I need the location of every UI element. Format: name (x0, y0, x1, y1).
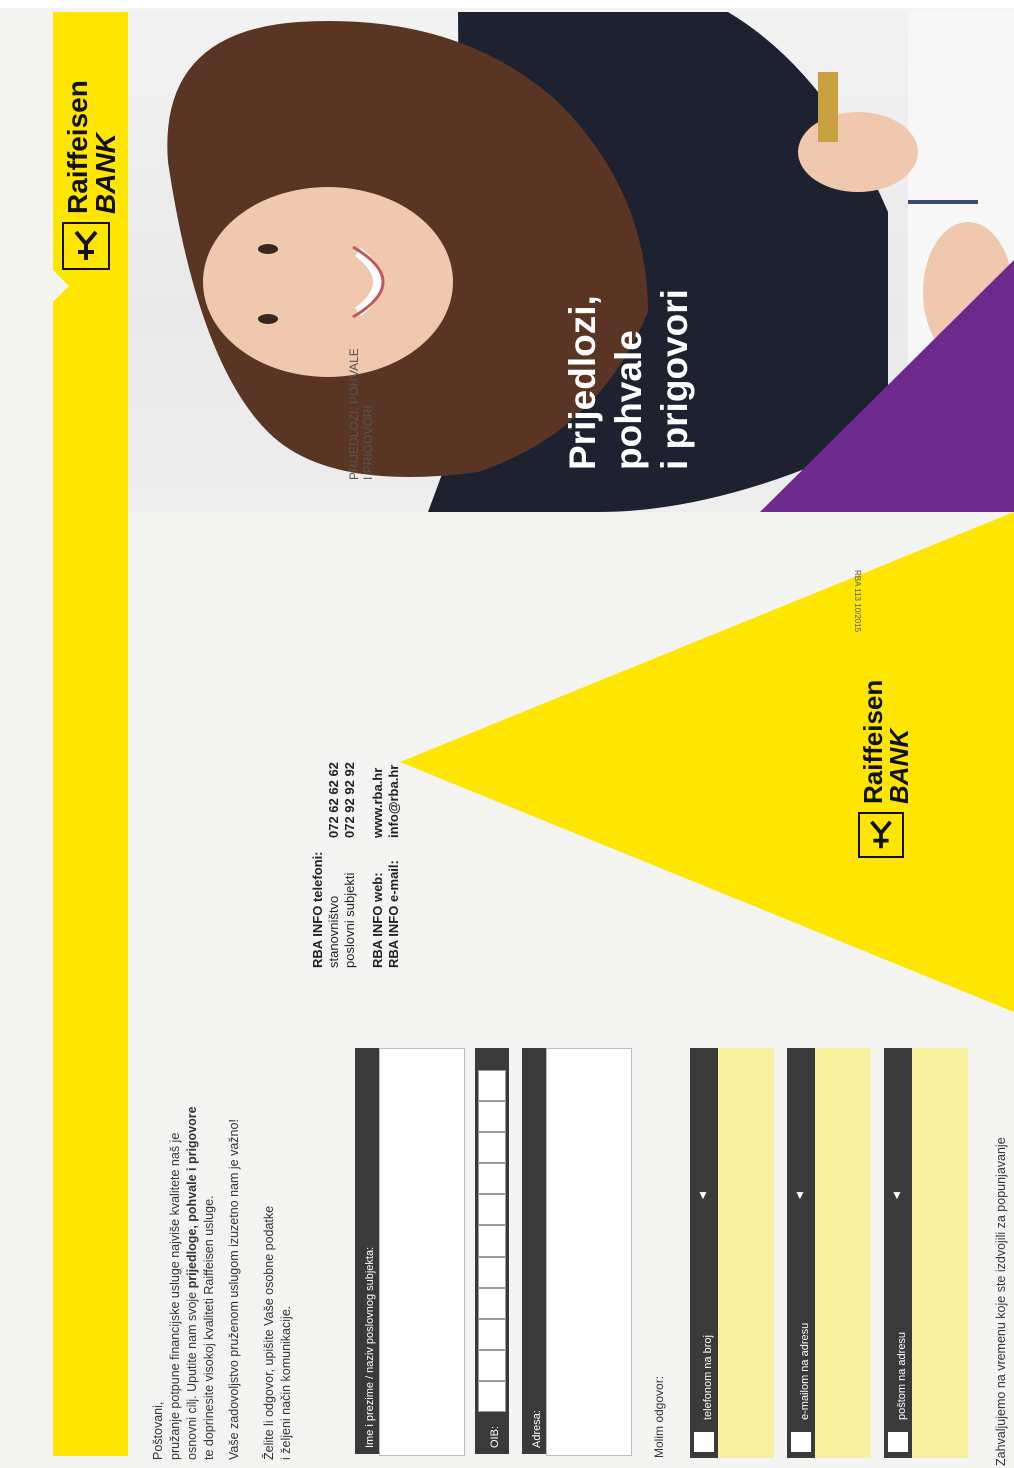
back-logo-line2: BANK (884, 728, 914, 804)
oib-cell[interactable] (478, 1194, 506, 1226)
option-phone-label: telefonom na broj (702, 1335, 714, 1420)
option-post-label: poštom na adresu (896, 1331, 908, 1420)
phone-value-1: 072 62 62 62 (326, 762, 341, 838)
web-value: www.rba.hr (370, 767, 385, 838)
satisfaction-text: Vaše zadovoljstvo pruženom uslugom izuze… (227, 1119, 241, 1460)
oib-cell[interactable] (478, 1380, 506, 1413)
intro-line3: te doprinesite visokoj kvaliteti Raiffei… (202, 1195, 216, 1461)
phone-value-2: 072 92 92 92 (342, 762, 357, 838)
dropdown-arrow-icon: ▼ (697, 1188, 709, 1202)
header-label-line2: I PRIGOVORI (361, 405, 375, 480)
name-input[interactable] (379, 1048, 465, 1456)
option-post-checkbox[interactable] (888, 1432, 908, 1452)
raiffeisen-back-logo-icon (858, 812, 904, 858)
reply-prompt: Molim odgovor: (652, 1375, 666, 1458)
option-phone-input[interactable] (718, 1048, 774, 1458)
reply-line2: i željeni način komunikacije. (279, 1305, 293, 1460)
info-heading: RBA INFO telefoni: (310, 851, 325, 968)
oib-cell[interactable] (478, 1101, 506, 1133)
oib-cell[interactable] (478, 1132, 506, 1164)
intro-line1: pružanje potpune financijske usluge najv… (168, 1132, 182, 1460)
cover-logo (62, 222, 110, 270)
dropdown-arrow-icon: ▼ (891, 1188, 903, 1202)
header-label-line1: PRIJEDLOZI, POHVALE (347, 348, 361, 480)
option-email-checkbox[interactable] (791, 1432, 811, 1452)
cover-title: Prijedlozi, pohvale i prigovori (560, 289, 698, 470)
oib-label: OIB: (489, 1425, 501, 1448)
web-label: RBA INFO web: (370, 872, 385, 968)
option-email-input[interactable] (815, 1048, 871, 1458)
cover-title-line1: Prijedlozi, (562, 295, 603, 470)
oib-cell[interactable] (478, 1318, 506, 1350)
greeting: Poštovani, (151, 1401, 165, 1460)
cover-logo-text: Raiffeisen BANK (62, 80, 121, 214)
reply-line1: Želite li odgovor, upišite Vaše osobne p… (262, 1205, 276, 1460)
cover-logo-line2: BANK (90, 133, 121, 214)
back-logo-text: Raiffeisen BANK (858, 679, 914, 804)
band-notch (53, 270, 69, 302)
option-post-input[interactable] (912, 1048, 968, 1458)
option-email-label: e-mailom na adresu (799, 1322, 811, 1420)
cover-title-line2: pohvale (608, 330, 649, 470)
email-label: RBA INFO e-mail: (386, 860, 401, 968)
yellow-triangle (400, 512, 1014, 1012)
print-code: RBA 113 10/2015 (853, 570, 862, 633)
oib-cell[interactable] (478, 1163, 506, 1195)
cover-logo-line1: Raiffeisen (62, 80, 93, 214)
address-label: Adresa: (531, 1410, 543, 1448)
form-intro: Poštovani, pružanje potpune financijske … (150, 1106, 295, 1460)
oib-cells[interactable] (478, 1070, 506, 1413)
oib-cell[interactable] (478, 1225, 506, 1257)
email-value: info@rba.hr (386, 764, 401, 838)
oib-cell[interactable] (478, 1256, 506, 1288)
raiffeisen-logo-icon (62, 222, 110, 270)
cover-title-line3: i prigovori (654, 289, 695, 470)
oib-cell[interactable] (478, 1287, 506, 1319)
option-phone-checkbox[interactable] (694, 1432, 714, 1452)
back-logo (858, 812, 904, 858)
phone-label-2: poslovni subjekti (342, 872, 357, 968)
header-label: PRIJEDLOZI, POHVALE I PRIGOVORI (347, 348, 375, 480)
oib-cell[interactable] (478, 1349, 506, 1381)
phone-label-1: stanovništvo (326, 895, 341, 968)
intro-bold: prijedloge, pohvale i prigovore (185, 1106, 199, 1289)
dropdown-arrow-icon: ▼ (794, 1188, 806, 1202)
oib-cell[interactable] (478, 1070, 506, 1102)
footer-text: Zahvaljujemo na vremenu koje ste izdvoji… (994, 1137, 1008, 1466)
name-field-label: Ime i prezime / naziv poslovnog subjekta… (364, 1246, 376, 1448)
top-edge (0, 0, 1014, 8)
rba-info: RBA INFO telefoni: stanovništvo 072 62 6… (310, 762, 402, 968)
back-logo-line1: Raiffeisen (858, 679, 888, 804)
address-input[interactable] (546, 1048, 632, 1456)
purple-triangle (760, 260, 1014, 512)
address-field-header (522, 1048, 546, 1454)
intro-line2: osnovni cilj. Uputite nam svoje (185, 1288, 199, 1460)
